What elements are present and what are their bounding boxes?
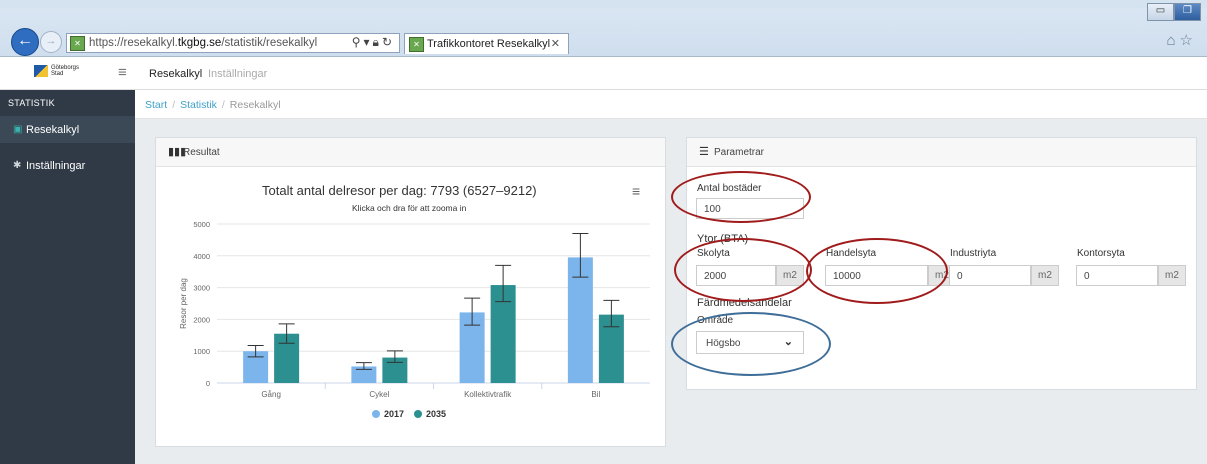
tab-favicon-icon: ✕ [409, 37, 424, 52]
sliders-icon: ☰ [699, 146, 709, 158]
x-tick-label: Bil [591, 390, 600, 399]
sidebar [0, 90, 135, 464]
window-top-edge [0, 0, 1207, 8]
y-tick-label: 3000 [193, 284, 210, 293]
window-controls: ▭ ❐ [1147, 3, 1201, 21]
site-favicon-icon: ✕ [70, 36, 85, 51]
parameters-panel-header: ☰ Parametrar [687, 138, 1196, 167]
browser-tab[interactable]: ✕ Trafikkontoret Resekalkyl ✕ [404, 33, 569, 54]
nav-resekalkyl[interactable]: Resekalkyl [149, 68, 202, 80]
legend-dot-2017-icon [372, 410, 380, 418]
minimize-icon[interactable]: ▭ [1147, 3, 1174, 21]
sidebar-heading: STATISTIK [8, 98, 55, 108]
omrade-select[interactable]: Högsbo ⌄ [696, 331, 804, 354]
chrome-right-icons: ⌂☆ [1166, 31, 1197, 49]
breadcrumb: Start / Statistik / Resekalkyl [145, 99, 281, 111]
legend-item-2035[interactable]: 2035 [414, 409, 446, 419]
sidebar-item-resekalkyl[interactable]: ▣ Resekalkyl [0, 116, 135, 143]
kontorsyta-label: Kontorsyta [1077, 248, 1125, 259]
favorites-star-icon[interactable]: ☆ [1180, 32, 1197, 49]
x-tick-label: Cykel [369, 390, 389, 399]
home-icon[interactable]: ⌂ [1166, 32, 1179, 49]
antal-bostader-input[interactable]: 100 [696, 198, 804, 219]
legend-label-2017: 2017 [384, 409, 405, 419]
legend-item-2017[interactable]: 2017 [372, 409, 404, 419]
breadcrumb-start[interactable]: Start [145, 99, 167, 111]
back-arrow-icon[interactable]: ← [11, 28, 39, 56]
y-tick-label: 4000 [193, 252, 210, 261]
industriyta-unit: m2 [1031, 265, 1059, 286]
results-panel-header: ▮▮▮ Resultat [156, 138, 665, 167]
industriyta-input[interactable]: 0 [949, 265, 1031, 286]
tab-title: Trafikkontoret Resekalkyl [427, 38, 551, 50]
url-prefix: https://resekalkyl. [89, 37, 178, 49]
forward-arrow-icon[interactable]: → [40, 31, 62, 53]
address-bar[interactable]: ✕ https://resekalkyl.tkgbg.se/statistik/… [66, 33, 400, 53]
bar-chart[interactable]: 0 1000 2000 3000 4000 5000 Resor per dag Gång Cy… [162, 177, 652, 407]
search-icon[interactable]: ⚲ [352, 35, 364, 49]
breadcrumb-separator: / [172, 99, 176, 111]
sidebar-item-label: Resekalkyl [26, 124, 80, 136]
y-tick-label: 0 [206, 379, 210, 388]
city-logo-text: Göteborgs Stad [51, 65, 79, 77]
address-bar-icons[interactable]: ⚲▾🔒︎↻ [352, 35, 395, 50]
y-tick-label: 5000 [193, 220, 210, 229]
kontorsyta-unit: m2 [1158, 265, 1186, 286]
city-logo-mark-icon [34, 65, 48, 77]
url-domain: tkgbg.se [177, 37, 222, 49]
refresh-icon[interactable]: ↻ [382, 35, 395, 49]
industriyta-label: Industriyta [950, 248, 997, 259]
tab-close-icon[interactable]: ✕ [551, 37, 560, 50]
city-logo[interactable]: Göteborgs Stad [34, 65, 79, 77]
chevron-down-icon: ⌄ [783, 336, 793, 348]
skolyta-label: Skolyta [697, 248, 730, 259]
ytor-heading: Ytor (BTA) [697, 233, 749, 245]
lock-icon: 🔒︎ [372, 35, 382, 49]
antal-bostader-label: Antal bostäder [697, 183, 762, 194]
x-tick-label: Gång [261, 390, 281, 399]
breadcrumb-separator: / [221, 99, 225, 111]
handelsyta-input[interactable]: 10000 [825, 265, 928, 286]
breadcrumb-current: Resekalkyl [229, 99, 281, 111]
hamburger-menu-icon[interactable]: ≡ [118, 64, 127, 81]
breadcrumb-bar [135, 90, 1207, 119]
omrade-selected-value: Högsbo [706, 338, 741, 349]
legend-dot-2035-icon [414, 410, 423, 418]
bus-icon: ▣ [13, 124, 23, 135]
breadcrumb-statistik[interactable]: Statistik [180, 99, 217, 111]
kontorsyta-input[interactable]: 0 [1076, 265, 1158, 286]
sidebar-item-installningar[interactable]: ✱ Inställningar [0, 152, 135, 179]
chart-legend: 2017 2035 [372, 409, 456, 419]
legend-label-2035: 2035 [426, 409, 447, 419]
nav-installningar[interactable]: Inställningar [208, 68, 267, 80]
dropdown-icon[interactable]: ▾ [364, 35, 373, 49]
parameters-panel-title: Parametrar [714, 147, 765, 158]
fardmedelsandelar-heading: Färdmedelsandelar [697, 297, 792, 309]
address-text: https://resekalkyl.tkgbg.se/statistik/re… [89, 37, 317, 49]
results-panel-title: Resultat [183, 147, 220, 158]
sidebar-item-label: Inställningar [26, 160, 86, 172]
maximize-icon[interactable]: ❐ [1174, 3, 1201, 21]
gear-icon: ✱ [13, 160, 22, 171]
x-tick-label: Kollektivtrafik [464, 390, 512, 399]
y-tick-label: 1000 [193, 347, 210, 356]
handelsyta-label: Handelsyta [826, 248, 877, 259]
skolyta-input[interactable]: 2000 [696, 265, 776, 286]
omrade-label: Område [697, 315, 734, 326]
y-axis-label: Resor per dag [179, 278, 188, 329]
logo-line-2: Stad [51, 71, 64, 77]
url-path: /statistik/resekalkyl [221, 37, 318, 49]
y-tick-label: 2000 [193, 315, 210, 324]
skolyta-unit: m2 [776, 265, 804, 286]
